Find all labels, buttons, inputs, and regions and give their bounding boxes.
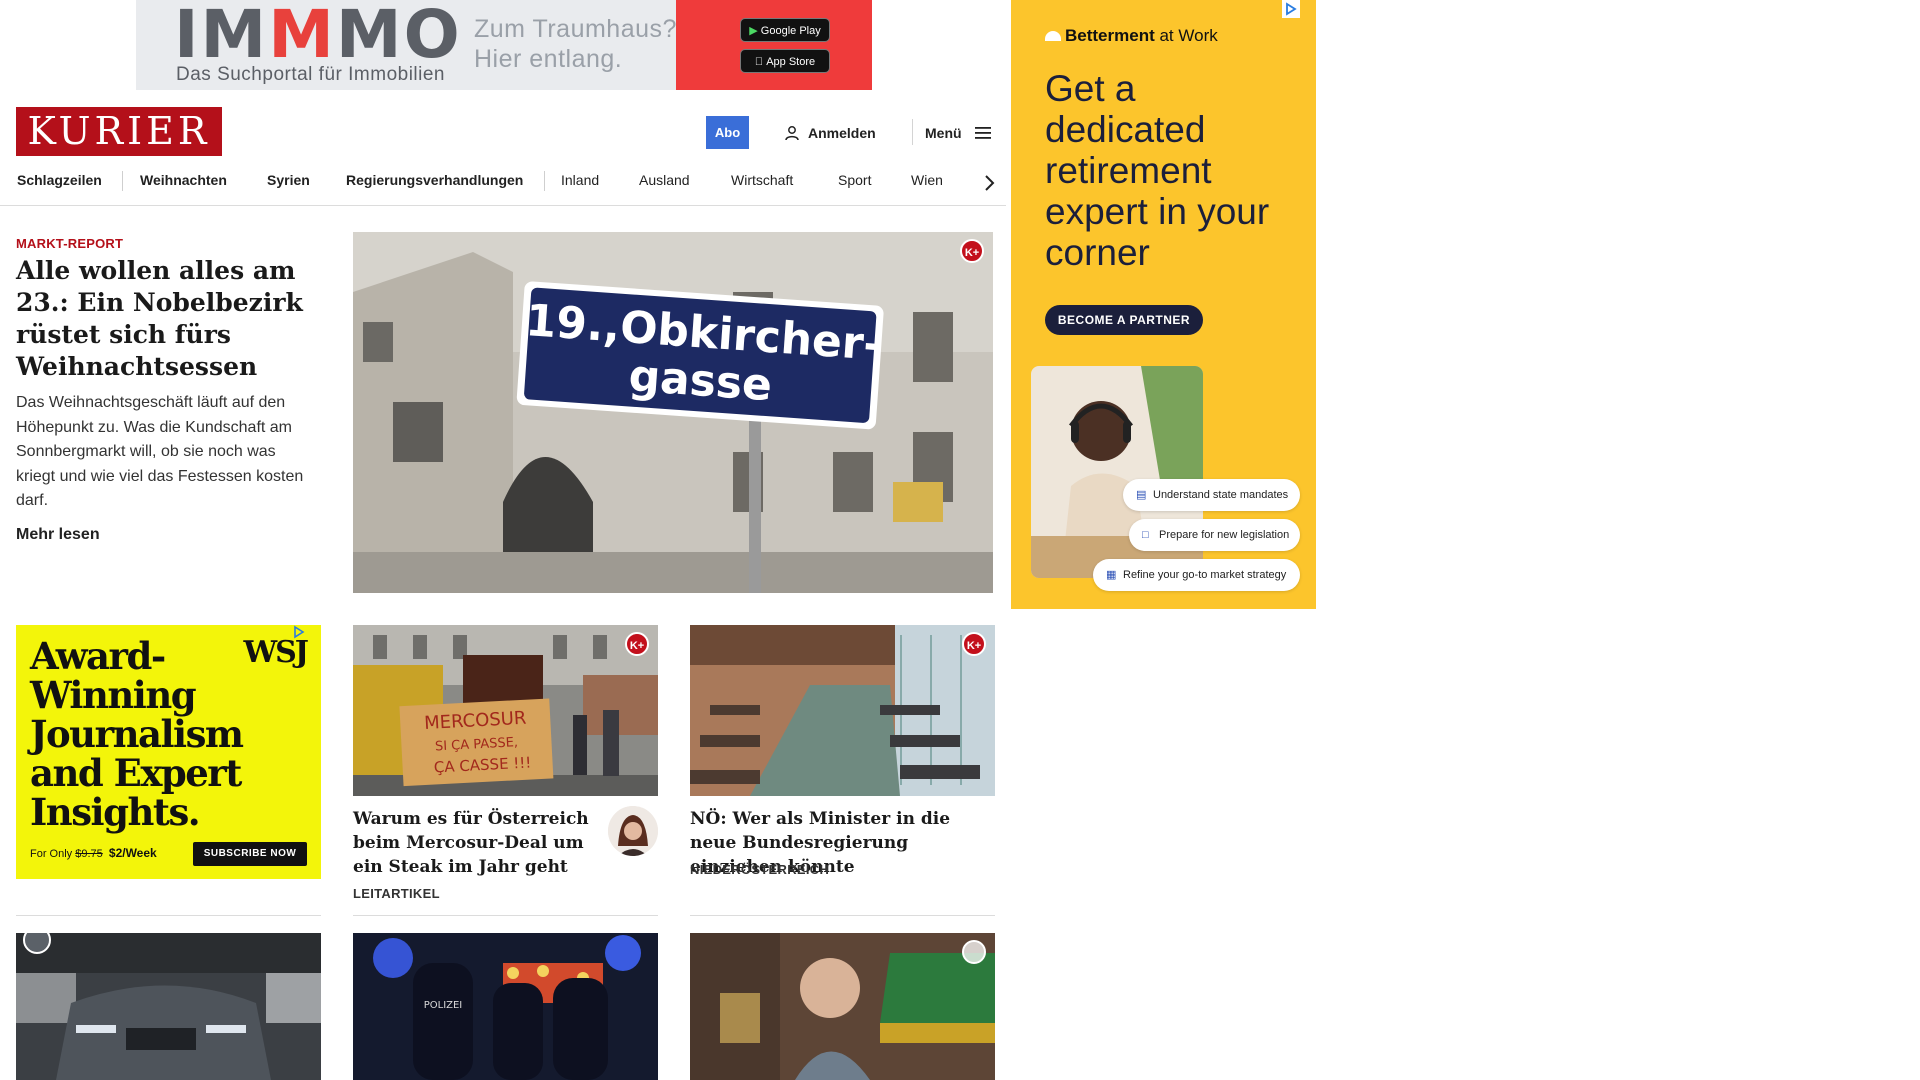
immmo-logo-right: MO: [335, 0, 462, 73]
police-article-image[interactable]: POLIZEI: [353, 933, 658, 1080]
author-avatar: [608, 806, 658, 856]
google-play-badge[interactable]: ▶ Google Play: [740, 18, 830, 42]
read-more-link[interactable]: Mehr lesen: [16, 526, 100, 544]
nav-item-inland[interactable]: Inland: [561, 172, 599, 188]
betterment-logo-mark: [1045, 31, 1061, 41]
portrait-article-image[interactable]: [690, 933, 995, 1080]
kplus-badge: K+: [962, 632, 986, 656]
street-sign-photo: 19.,Obkircher- gasse: [353, 232, 993, 593]
lead-headline[interactable]: Alle wollen alles am 23.: Ein Nobelbezir…: [16, 255, 316, 383]
landtag-article-image[interactable]: K+: [690, 625, 995, 796]
abo-button[interactable]: Abo: [706, 116, 749, 149]
nav-item-weihnachten[interactable]: Weihnachten: [140, 172, 227, 188]
wsj-headline: Award-Winning Journalism and Expert Insi…: [30, 634, 244, 834]
mercosur-headline[interactable]: Warum es für Österreich beim Mercosur-De…: [353, 807, 593, 879]
pill-new-legislation: □ Prepare for new legislation: [1129, 519, 1300, 551]
wsj-price-new: $2/Week: [108, 846, 157, 860]
protest-photo: MERCOSUR SI ÇA PASSE, ÇA CASSE !!!: [353, 625, 658, 796]
pill-state-mandates-label: Understand state mandates: [1153, 489, 1289, 501]
immmo-store-panel: ▶ Google Play  App Store: [676, 0, 872, 90]
nav-item-ausland[interactable]: Ausland: [639, 172, 690, 188]
mercosur-article-image[interactable]: MERCOSUR SI ÇA PASSE, ÇA CASSE !!! K+: [353, 625, 658, 796]
row-divider: [353, 915, 658, 916]
street-sign-line2: gasse: [627, 350, 774, 411]
bmw-article-image[interactable]: [16, 933, 321, 1080]
immmo-logo: IMMMO: [174, 2, 462, 68]
nav-item-regierungsverhandlungen[interactable]: Regierungsverhandlungen: [346, 172, 523, 188]
man-portrait-photo: [690, 933, 995, 1080]
nav-divider: [544, 171, 545, 191]
section-nav: Schlagzeilen Weihnachten Syrien Regierun…: [0, 166, 1006, 206]
wsj-price-prefix: For Only: [30, 848, 76, 860]
document-icon: ▤: [1136, 489, 1147, 501]
google-play-label: Google Play: [760, 25, 821, 37]
pill-go-to-market: ▦ Refine your go-to market strategy: [1093, 559, 1300, 591]
kplus-badge: K+: [625, 632, 649, 656]
leitartikel-label: LEITARTIKEL: [353, 886, 440, 901]
nav-item-wien[interactable]: Wien: [911, 172, 943, 188]
nav-scroll-right-icon[interactable]: [976, 170, 1002, 196]
subscribe-now-button[interactable]: SUBSCRIBE NOW: [193, 842, 307, 866]
betterment-headline: Get a dedicated retirement expert in you…: [1045, 68, 1270, 273]
kplus-badge: K+: [960, 239, 984, 263]
menu-button[interactable]: Menü: [925, 121, 992, 145]
lead-kicker: MARKT-REPORT: [16, 236, 124, 251]
nav-item-schlagzeilen[interactable]: Schlagzeilen: [17, 172, 102, 188]
top-banner-ad[interactable]: IMMMO Das Suchportal für Immobilien Zum …: [136, 0, 872, 90]
pill-state-mandates: ▤ Understand state mandates: [1123, 479, 1300, 511]
row-divider: [16, 915, 321, 916]
pill-go-to-market-label: Refine your go-to market strategy: [1123, 569, 1287, 581]
login-label: Anmelden: [808, 125, 876, 141]
betterment-logo: Betterment at Work: [1045, 26, 1218, 46]
menu-label: Menü: [925, 125, 962, 141]
nav-item-syrien[interactable]: Syrien: [267, 172, 310, 188]
app-store-label: App Store: [760, 56, 815, 68]
wsj-logo: WSJ: [243, 635, 309, 670]
file-icon: □: [1142, 529, 1149, 541]
wsj-ad[interactable]: Award-Winning Journalism and Expert Insi…: [16, 625, 321, 879]
immmo-claim-line2: Hier entlang.: [474, 45, 623, 73]
nav-item-sport[interactable]: Sport: [838, 172, 871, 188]
immmo-claim: Zum Traumhaus? Hier entlang.: [474, 14, 677, 74]
circle-badge: [962, 940, 986, 964]
police-vest-text: POLIZEI: [424, 1000, 463, 1011]
adchoices-icon[interactable]: [291, 625, 307, 639]
immmo-logo-m: M: [268, 0, 336, 73]
adchoices-icon[interactable]: [1282, 0, 1300, 18]
betterment-ad[interactable]: Betterment at Work Get a dedicated retir…: [1011, 0, 1316, 609]
wsj-price-old: $9.75: [75, 848, 103, 860]
parliament-photo: [690, 625, 995, 796]
row-divider: [690, 915, 995, 916]
betterment-brand: Betterment: [1065, 26, 1155, 45]
login-button[interactable]: Anmelden: [784, 121, 876, 145]
police-photo: POLIZEI: [353, 933, 658, 1080]
lead-article-image[interactable]: 19.,Obkircher- gasse K+: [353, 232, 993, 593]
header-divider: [912, 119, 913, 145]
lead-teaser: Das Weihnachtsgeschäft läuft auf den Höh…: [16, 394, 304, 509]
hamburger-icon: [974, 127, 991, 139]
immmo-claim-line1: Zum Traumhaus?: [474, 15, 677, 43]
immmo-logo-left: IM: [174, 0, 269, 73]
immmo-tagline: Das Suchportal für Immobilien: [176, 64, 445, 85]
pill-new-legislation-label: Prepare for new legislation: [1159, 529, 1290, 541]
car-showroom-photo: [16, 933, 321, 1080]
nav-item-wirtschaft[interactable]: Wirtschaft: [731, 172, 793, 188]
wsj-price: For Only $9.75 $2/Week: [30, 846, 157, 860]
nav-divider: [122, 171, 123, 191]
niederoesterreich-label: NIEDERÖSTERREICH: [690, 862, 830, 877]
app-store-badge[interactable]:  App Store: [740, 49, 830, 73]
kurier-logo[interactable]: KURIER: [16, 107, 222, 156]
user-icon: [785, 126, 799, 141]
map-icon: ▦: [1106, 569, 1117, 581]
betterment-brand-suffix: at Work: [1154, 26, 1218, 45]
become-partner-button[interactable]: BECOME A PARTNER: [1045, 305, 1203, 335]
author-portrait: [608, 806, 658, 856]
